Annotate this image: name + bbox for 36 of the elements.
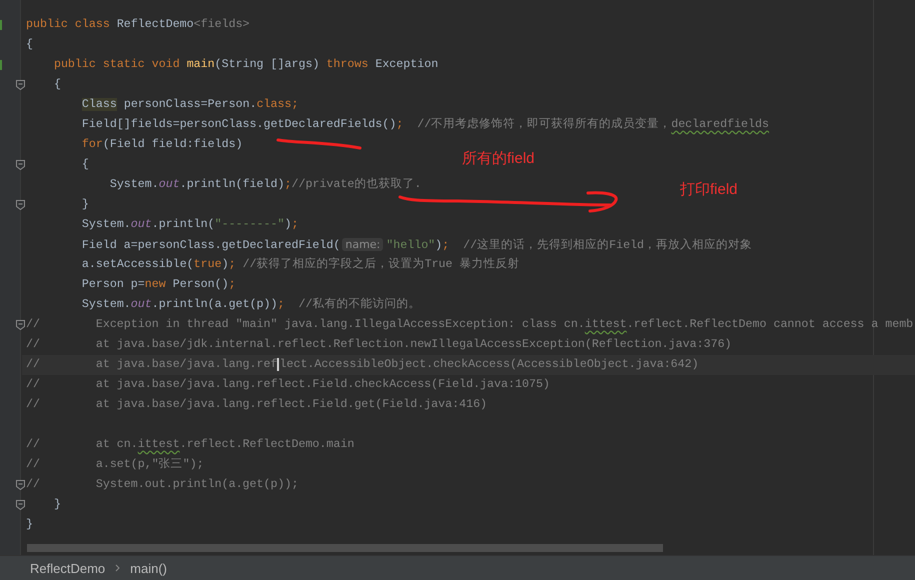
breadcrumb-item[interactable]: main() [130, 560, 167, 576]
code-line: a.setAccessible(true); //获得了相应的字段之后，设置为True 暴力性反射 [80, 256, 520, 273]
code-line: // Exception in thread "main" java.lang.IllegalAccessException: class cn.ittest.reflect.ReflectDemo cannot access a memb [25, 317, 914, 333]
scrollbar-thumb[interactable] [27, 544, 663, 552]
code-line: { [80, 157, 89, 173]
code-line: } [25, 517, 33, 533]
code-line: // a.set(p,"张三"); [25, 456, 204, 473]
code-line: } [80, 197, 89, 213]
fold-icon[interactable] [16, 200, 25, 210]
breadcrumb-item[interactable]: ReflectDemo [30, 560, 106, 576]
code-line: System.out.println("--------"); [80, 217, 298, 233]
fold-icon[interactable] [16, 320, 25, 330]
code-line: // at java.base/java.lang.reflect.Field.get(Field.java:416) [25, 397, 488, 413]
fold-icon[interactable] [16, 480, 25, 490]
code-line: Class personClass=Person.class; [80, 97, 298, 113]
annotation-text: 所有的field [462, 149, 535, 168]
code-line: { [52, 77, 61, 93]
code-line: Field a=personClass.getDeclaredField( name: "hello"); //这里的话，先得到相应的Field，再放入相应的对象 [80, 237, 752, 254]
code-line: // at java.base/jdk.internal.reflect.Reflection.newIllegalAccessException(Reflection.java:376) [25, 337, 732, 353]
fold-icon[interactable] [16, 160, 25, 170]
code-line: System.out.println(a.get(p)); //私有的不能访问的。 [80, 296, 420, 313]
code-line: Person p=new Person(); [80, 277, 236, 293]
code-line: // System.out.println(a.get(p)); [25, 477, 298, 493]
code-line: public static void main(String []args) throws Exception [52, 57, 438, 73]
code-line: Field[]fields=personClass.getDeclaredFields(); //不用考虑修饰符，即可获得所有的成员变量，declaredfields [80, 116, 770, 133]
fold-icon[interactable] [16, 80, 25, 90]
code-line: for(Field field:fields) [80, 137, 243, 153]
code-line: // at cn.ittest.reflect.ReflectDemo.main [25, 437, 354, 453]
fold-icon[interactable] [16, 500, 25, 510]
code-line: System.out.println(field);//private的也获取了. [108, 176, 422, 193]
code-line: // at java.base/java.lang.reflect.Field.checkAccess(Field.java:1075) [25, 377, 550, 393]
code-line: } [52, 497, 61, 513]
chevron-icon [115, 564, 120, 572]
code-line: { [25, 37, 33, 53]
annotation-text: 打印field [680, 180, 738, 199]
code-line: public class ReflectDemo<fields> [25, 17, 250, 33]
